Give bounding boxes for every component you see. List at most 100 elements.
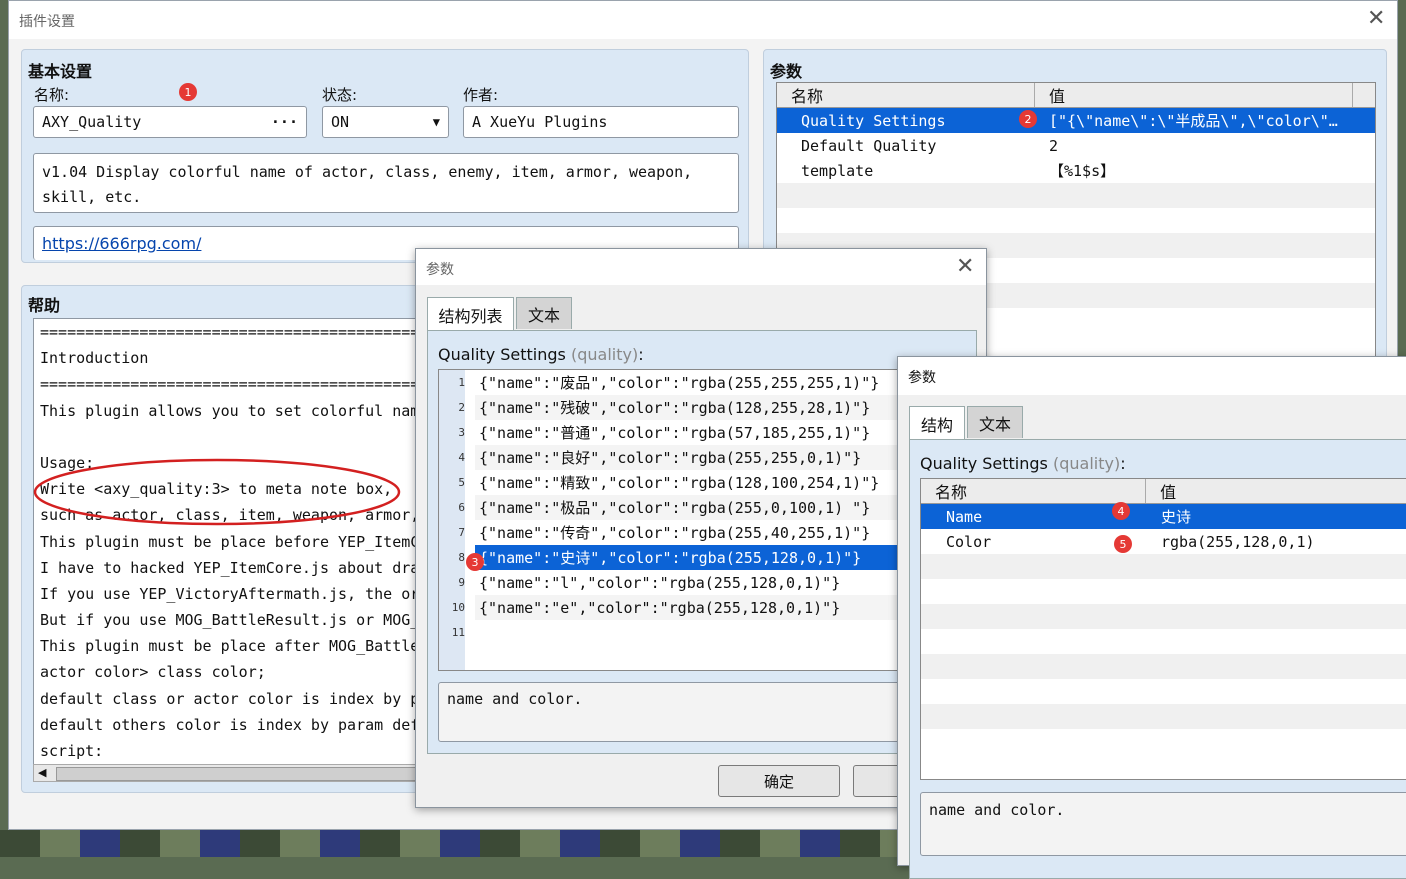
col-header-value[interactable]: 值 bbox=[1146, 479, 1406, 503]
col-header-value[interactable]: 值 bbox=[1035, 83, 1353, 107]
help-line bbox=[40, 424, 428, 450]
empty-row bbox=[921, 729, 1406, 754]
code-line[interactable]: 11 bbox=[439, 620, 973, 645]
field-label-name: Quality Settings bbox=[438, 345, 566, 364]
author-field[interactable]: A XueYu Plugins bbox=[463, 106, 739, 138]
help-line: But if you use MOG_BattleResult.js or MO… bbox=[40, 611, 429, 630]
tab-text[interactable]: 文本 bbox=[516, 297, 572, 329]
more-icon[interactable]: ··· bbox=[271, 113, 298, 131]
table-row[interactable]: Name 史诗 bbox=[921, 504, 1406, 529]
scroll-left-icon[interactable]: ◀ bbox=[38, 766, 46, 779]
line-number: 1 bbox=[458, 376, 465, 389]
code-line[interactable]: 4 {"name":"良好","color":"rgba(255,255,0,1)… bbox=[439, 445, 973, 470]
dialog-title: 参数 bbox=[908, 370, 936, 386]
dialog-title: 参数 bbox=[426, 262, 454, 278]
close-icon[interactable]: ✕ bbox=[956, 256, 974, 278]
status-value: ON bbox=[331, 113, 350, 131]
code-line[interactable]: 6 {"name":"极品","color":"rgba(255,0,100,1)… bbox=[439, 495, 973, 520]
basic-settings-panel: 基本设置 名称: 1 AXY_Quality ··· 状态: ON ▼ 作者: … bbox=[21, 49, 749, 263]
description-text: v1.04 Display colorful name of actor, cl… bbox=[42, 163, 693, 206]
struct-field-value: 史诗 bbox=[1161, 508, 1192, 526]
help-line: This plugin must be place before YEP_Ite… bbox=[40, 532, 429, 551]
help-line: ========================================… bbox=[40, 323, 429, 341]
help-line: default class or actor color is index by… bbox=[40, 689, 429, 708]
description-box: name and color. bbox=[438, 682, 974, 742]
code-line[interactable]: 5 {"name":"精致","color":"rgba(128,100,254,… bbox=[439, 470, 973, 495]
code-line[interactable]: 7 {"name":"传奇","color":"rgba(255,40,255,1… bbox=[439, 520, 973, 545]
field-label-colon: : bbox=[638, 345, 644, 364]
field-label: Quality Settings (quality): bbox=[920, 454, 1126, 473]
annotation-badge-1: 1 bbox=[179, 83, 197, 101]
annotation-badge-2: 2 bbox=[1019, 110, 1037, 128]
status-label: 状态: bbox=[322, 86, 358, 104]
description-text: name and color. bbox=[929, 801, 1065, 819]
plugin-name-field[interactable]: AXY_Quality ··· bbox=[33, 106, 307, 138]
line-number: 5 bbox=[458, 476, 465, 489]
status-select[interactable]: ON ▼ bbox=[322, 106, 449, 138]
param-name: Quality Settings bbox=[801, 111, 946, 130]
table-row[interactable]: Quality Settings ["{\"name\":\"半成品\",\"c… bbox=[777, 108, 1375, 133]
col-header-name[interactable]: 名称 bbox=[921, 479, 1147, 503]
line-number: 9 bbox=[458, 576, 465, 589]
line-number: 7 bbox=[458, 526, 465, 539]
empty-row bbox=[921, 704, 1406, 729]
ok-button[interactable]: 确定 bbox=[718, 765, 840, 797]
struct-table-header: 名称 值 bbox=[921, 479, 1406, 504]
code-line[interactable]: 1 {"name":"废品","color":"rgba(255,255,255,… bbox=[439, 370, 973, 395]
help-line: If you use YEP_VictoryAftermath.js, the … bbox=[40, 584, 429, 603]
annotation-badge-3: 3 bbox=[466, 553, 484, 571]
tab-content: Quality Settings (quality): 名称 值 Name 史诗… bbox=[909, 439, 1406, 879]
field-label-key: (quality) bbox=[570, 345, 639, 364]
code-line[interactable]: 8 {"name":"史诗","color":"rgba(255,128,0,1)… bbox=[439, 545, 973, 570]
description-field[interactable]: v1.04 Display colorful name of actor, cl… bbox=[33, 153, 739, 213]
annotation-badge-5: 5 bbox=[1114, 535, 1132, 553]
code-line[interactable]: 10 {"name":"e","color":"rgba(255,128,0,1)… bbox=[439, 595, 973, 620]
author-value: A XueYu Plugins bbox=[472, 113, 608, 131]
param-value: ["{\"name\":\"半成品\",\"color\"… bbox=[1049, 112, 1338, 130]
help-line: actor color> class color; bbox=[40, 663, 266, 682]
empty-row bbox=[921, 604, 1406, 629]
help-line: This plugin must be place after MOG_Batt… bbox=[40, 637, 429, 656]
tab-struct-list[interactable]: 结构列表 bbox=[427, 297, 514, 331]
param-value: 【%1$s】 bbox=[1049, 162, 1116, 180]
empty-row bbox=[921, 679, 1406, 704]
code-line[interactable]: 9 {"name":"l","color":"rgba(255,128,0,1)"… bbox=[439, 570, 973, 595]
author-label: 作者: bbox=[463, 86, 499, 104]
plugin-name-value: AXY_Quality bbox=[42, 113, 142, 131]
help-line: I have to hacked YEP_ItemCore.js about d… bbox=[40, 558, 429, 577]
tab-text[interactable]: 文本 bbox=[967, 406, 1023, 438]
param-name: Default Quality bbox=[801, 136, 937, 155]
tab-content: Quality Settings (quality): 1 {"name":"废品… bbox=[427, 330, 977, 754]
url-link[interactable]: https://666rpg.com/ bbox=[42, 234, 201, 253]
code-editor[interactable]: 1 {"name":"废品","color":"rgba(255,255,255,… bbox=[438, 369, 974, 671]
struct-field-name: Color bbox=[946, 532, 992, 551]
description-text: name and color. bbox=[447, 690, 583, 708]
line-number: 6 bbox=[458, 501, 465, 514]
dialog-titlebar: 参数 ✕ bbox=[416, 249, 986, 285]
line-number: 10 bbox=[451, 601, 465, 614]
line-number: 4 bbox=[458, 451, 465, 464]
struct-table: 名称 值 Name 史诗 Color rgba(255,128,0,1) bbox=[920, 478, 1406, 780]
field-label-name: Quality Settings bbox=[920, 454, 1048, 473]
line-number: 11 bbox=[451, 626, 465, 639]
code-line[interactable]: 2 {"name":"残破","color":"rgba(128,255,28,1… bbox=[439, 395, 973, 420]
table-row[interactable]: template 【%1$s】 bbox=[777, 158, 1375, 183]
line-number: 3 bbox=[458, 426, 465, 439]
close-icon[interactable]: ✕ bbox=[1367, 8, 1385, 30]
empty-row bbox=[921, 654, 1406, 679]
scrollbar-thumb[interactable] bbox=[56, 767, 418, 781]
help-line: default others color is index by param d… bbox=[40, 715, 429, 734]
field-label-colon: : bbox=[1120, 454, 1126, 473]
col-header-name[interactable]: 名称 bbox=[777, 83, 1035, 107]
table-row[interactable]: Default Quality 2 bbox=[777, 133, 1375, 158]
description-box: name and color. bbox=[920, 792, 1406, 856]
code-line[interactable]: 3 {"name":"普通","color":"rgba(57,185,255,1… bbox=[439, 420, 973, 445]
tab-struct[interactable]: 结构 bbox=[909, 406, 965, 440]
line-number: 2 bbox=[458, 401, 465, 414]
table-row[interactable]: Color rgba(255,128,0,1) bbox=[921, 529, 1406, 554]
help-line: Introduction bbox=[40, 349, 149, 368]
field-label: Quality Settings (quality): bbox=[438, 345, 644, 364]
help-line: ========================================… bbox=[40, 375, 429, 394]
parameters-heading: 参数 bbox=[770, 62, 803, 81]
parameters-table-header: 名称 值 bbox=[777, 83, 1375, 108]
